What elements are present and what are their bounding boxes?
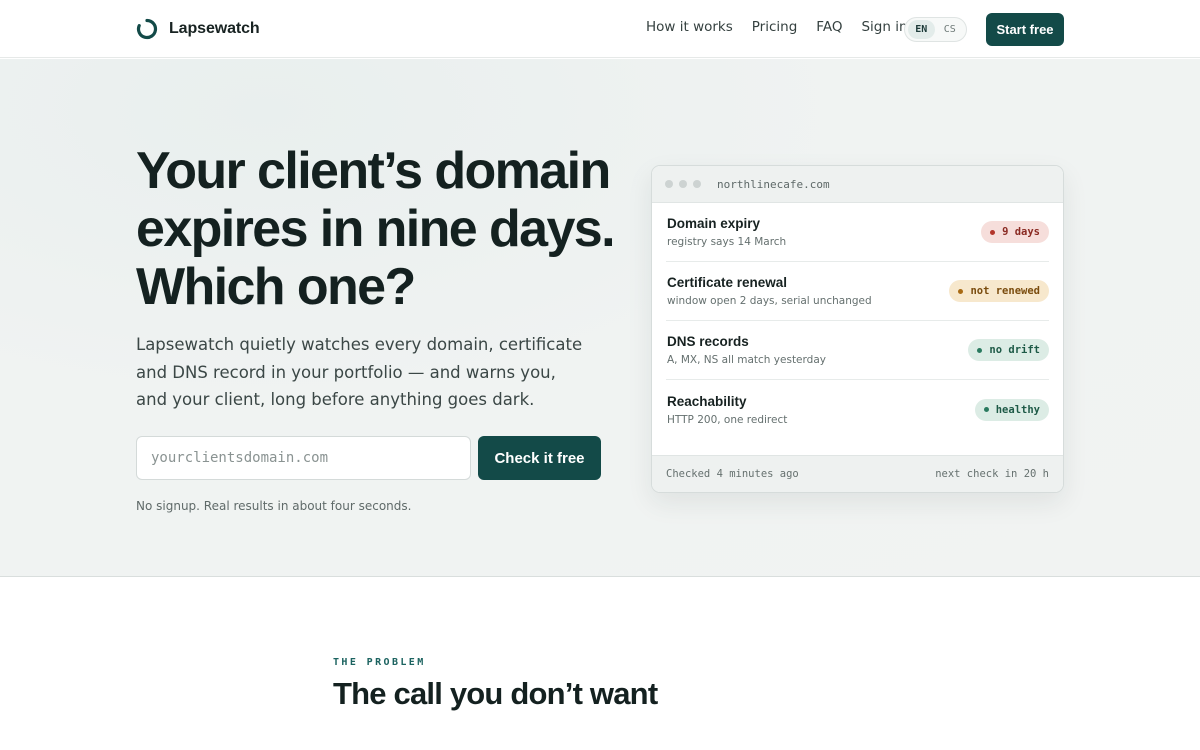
nav-link-how-it-works[interactable]: How it works xyxy=(646,19,733,35)
status-badge-label: healthy xyxy=(995,403,1040,416)
language-switcher: EN CS xyxy=(904,17,967,42)
status-badge-label: not renewed xyxy=(970,285,1040,297)
next-check-text: next check in 20 h xyxy=(935,468,1049,480)
section-eyebrow: THE PROBLEM xyxy=(333,657,426,668)
status-dot-icon xyxy=(983,407,989,412)
nav-link-pricing[interactable]: Pricing xyxy=(752,19,798,35)
section-title: The call you don’t want xyxy=(333,676,658,711)
status-badge: healthy xyxy=(974,398,1049,421)
status-row-detail: HTTP 200, one redirect xyxy=(667,413,788,426)
check-it-free-button[interactable]: Check it free xyxy=(478,436,601,480)
nav-links: How it works Pricing FAQ Sign in xyxy=(646,19,908,35)
status-row-detail: window open 2 days, serial unchanged xyxy=(667,295,872,307)
status-card-domain: northlinecafe.com xyxy=(717,177,830,191)
last-checked-text: Checked 4 minutes ago xyxy=(666,468,799,480)
brand-logo-link[interactable]: Lapsewatch xyxy=(136,16,260,42)
hero-subtitle: Lapsewatch quietly watches every domain,… xyxy=(136,335,583,409)
status-row-detail: registry says 14 March xyxy=(667,236,787,248)
status-card: northlinecafe.com Domain expiry registry… xyxy=(651,165,1064,493)
status-row-dns-records: DNS records A, MX, NS all match yesterda… xyxy=(666,321,1049,380)
brand-ring-icon xyxy=(136,18,158,40)
brand-name: Lapsewatch xyxy=(169,20,260,37)
status-row-detail: A, MX, NS all match yesterday xyxy=(667,354,826,366)
status-badge-label: 9 days xyxy=(1002,226,1040,238)
status-row-certificate-renewal: Certificate renewal window open 2 days, … xyxy=(666,262,1049,321)
top-navbar: Lapsewatch How it works Pricing FAQ Sign… xyxy=(0,0,1200,58)
hero-note: No signup. Real results in about four se… xyxy=(136,499,412,513)
hero-section: Your client’s domain expires in nine day… xyxy=(0,59,1200,577)
status-row-domain-expiry: Domain expiry registry says 14 March 9 d… xyxy=(666,203,1049,262)
status-dot-icon xyxy=(958,288,964,294)
status-row-title: Domain expiry xyxy=(667,216,761,231)
status-row-reachability: Reachability HTTP 200, one redirect heal… xyxy=(666,380,1049,439)
language-option-cs[interactable]: CS xyxy=(937,20,964,39)
window-dots-icon xyxy=(665,180,701,188)
status-dot-icon xyxy=(990,229,996,235)
status-badge: no drift xyxy=(968,339,1049,361)
status-card-footer: Checked 4 minutes ago next check in 20 h xyxy=(652,455,1063,492)
nav-link-sign-in[interactable]: Sign in xyxy=(861,19,907,35)
status-card-header: northlinecafe.com xyxy=(652,166,1063,203)
language-option-en[interactable]: EN xyxy=(908,20,935,39)
status-dot-icon xyxy=(977,347,983,353)
status-badge: not renewed xyxy=(949,280,1049,302)
hero-title: Your client’s domain expires in nine day… xyxy=(136,142,616,316)
status-badge: 9 days xyxy=(981,221,1049,243)
status-list: Domain expiry registry says 14 March 9 d… xyxy=(652,203,1063,439)
domain-input[interactable] xyxy=(136,436,471,480)
status-row-title: Reachability xyxy=(667,393,747,409)
start-free-button[interactable]: Start free xyxy=(986,13,1064,46)
status-badge-label: no drift xyxy=(989,344,1040,356)
nav-link-faq[interactable]: FAQ xyxy=(816,19,842,35)
status-row-title: DNS records xyxy=(667,334,749,349)
status-row-title: Certificate renewal xyxy=(667,275,788,290)
